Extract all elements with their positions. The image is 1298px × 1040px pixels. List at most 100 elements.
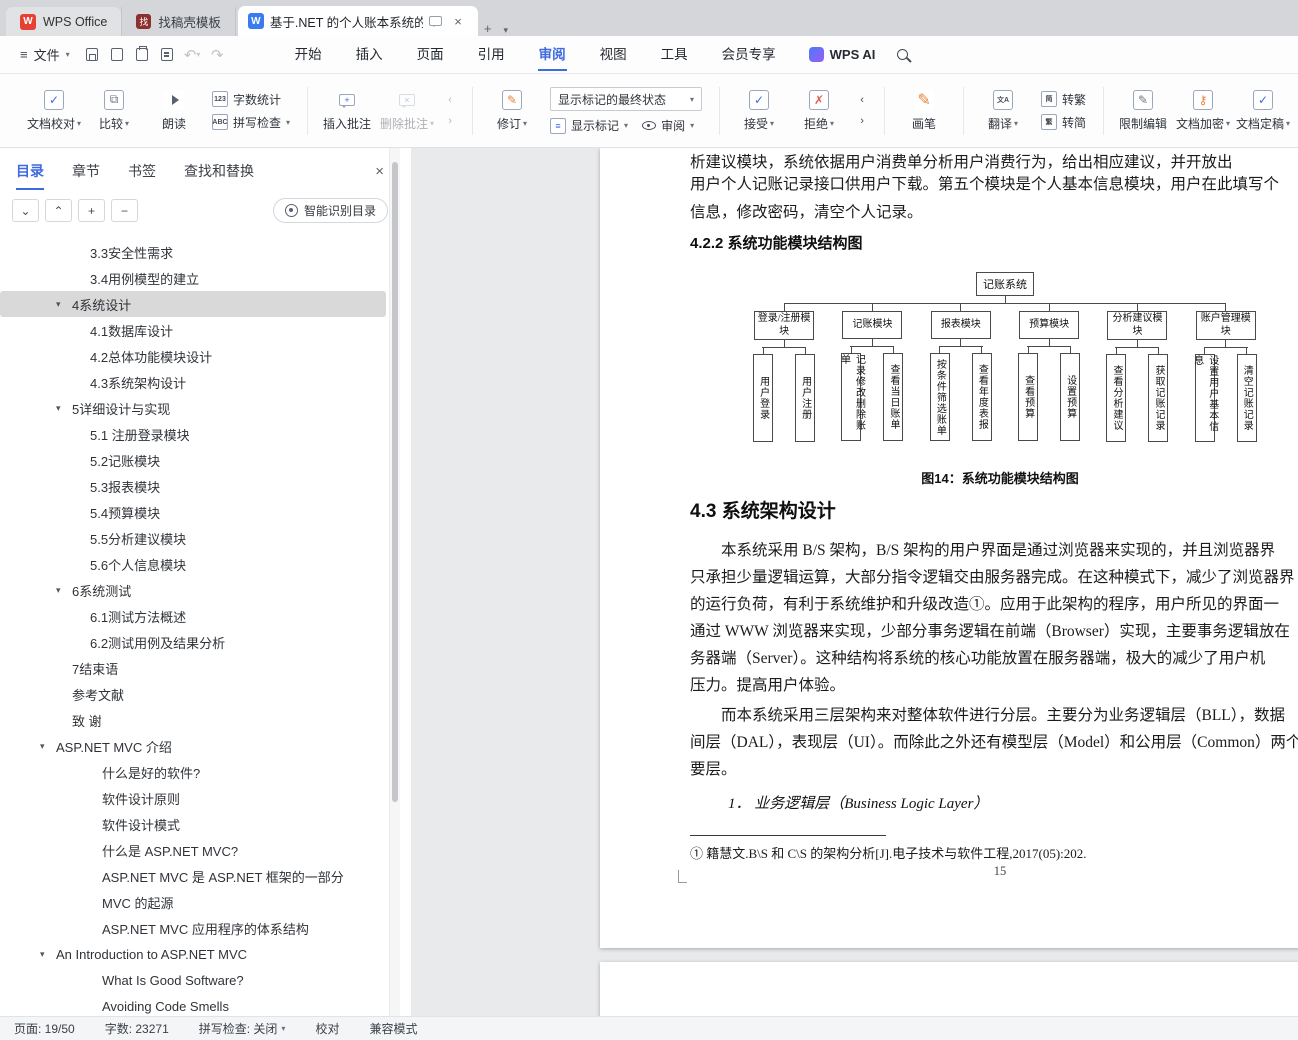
zoom-in-button[interactable]: + xyxy=(78,199,105,222)
undo-button[interactable]: ↶ ▾ xyxy=(180,43,205,67)
menu-page[interactable]: 页面 xyxy=(400,36,461,74)
collapse-all-button[interactable]: ⌃ xyxy=(45,199,72,222)
doc-proofread-button[interactable]: ✓ 文档校对 ▾ xyxy=(24,89,84,132)
next-comment-button[interactable]: › xyxy=(439,113,461,130)
restrict-editing-button[interactable]: ✎ 限制编辑 xyxy=(1113,89,1173,132)
outline-item[interactable]: Avoiding Code Smells xyxy=(0,993,386,1016)
track-changes-icon: ✎ xyxy=(502,89,523,110)
markup-state-select[interactable]: 显示标记的最终状态 ▾ xyxy=(550,87,703,111)
next-change-button[interactable]: › xyxy=(851,113,873,130)
paint-pen-button[interactable]: ✎ 画笔 xyxy=(894,89,954,132)
tab-toc[interactable]: 目录 xyxy=(16,161,44,190)
outline-item[interactable]: 5.3报表模块 xyxy=(0,473,386,499)
tab-chapters[interactable]: 章节 xyxy=(72,161,100,181)
tab-list-chevron-icon[interactable]: ▾ xyxy=(497,25,514,36)
track-changes-button[interactable]: ✎ 修订 ▾ xyxy=(482,89,542,132)
zoom-out-button[interactable]: − xyxy=(111,199,138,222)
outline-item[interactable]: What Is Good Software? xyxy=(0,967,386,993)
previous-comment-button[interactable]: ‹ xyxy=(439,92,461,109)
print-button[interactable] xyxy=(130,43,155,67)
save-button[interactable] xyxy=(80,43,105,67)
tab-find-replace[interactable]: 查找和替换 xyxy=(184,161,254,181)
outline-item[interactable]: 6.2测试用例及结果分析 xyxy=(0,629,386,655)
outline-item[interactable]: ▾ ASP.NET MVC 介绍 xyxy=(0,733,386,759)
document-page[interactable]: 析建议模块，系统依据用户消费单分析用户消费行为，给出相应建议，并开放出 用户个人… xyxy=(600,148,1298,948)
template-tab[interactable]: 找 找稿壳模板 xyxy=(121,7,236,36)
outline-item[interactable]: 6.1测试方法概述 xyxy=(0,603,386,629)
outline-item-selected[interactable]: ▾ 4系统设计 xyxy=(0,291,386,317)
document-tab[interactable]: W 基于.NET 的个人账本系统的设 × xyxy=(237,6,478,36)
doc-finalize-button[interactable]: ✓ 文档定稿 ▾ xyxy=(1233,89,1293,132)
outline-item[interactable]: 软件设计原则 xyxy=(0,785,386,811)
outline-item[interactable]: 什么是 ASP.NET MVC? xyxy=(0,837,386,863)
outline-item[interactable]: 4.2总体功能模块设计 xyxy=(0,343,386,369)
status-spellcheck[interactable]: 拼写检查: 关闭 ▾ xyxy=(199,1020,286,1037)
outline-item[interactable]: 软件设计模式 xyxy=(0,811,386,837)
outline-item[interactable]: 致 谢 xyxy=(0,707,386,733)
scrollbar-thumb[interactable] xyxy=(392,162,398,802)
review-dropdown-button[interactable]: 审阅 ▾ xyxy=(642,117,694,134)
status-word-count[interactable]: 字数: 23271 xyxy=(105,1020,169,1037)
menu-reference[interactable]: 引用 xyxy=(461,36,522,74)
to-traditional-button[interactable]: 简 转繁 xyxy=(1041,91,1086,108)
translate-button[interactable]: 文A 翻译 ▾ xyxy=(973,89,1033,132)
outline-item[interactable]: 5.2记账模块 xyxy=(0,447,386,473)
outline-item[interactable]: ▾ 5详细设计与实现 xyxy=(0,395,386,421)
outline-item[interactable]: ASP.NET MVC 应用程序的体系结构 xyxy=(0,915,386,941)
doc-encrypt-button[interactable]: ⚷ 文档加密 ▾ xyxy=(1173,89,1233,132)
insert-comment-button[interactable]: + 插入批注 xyxy=(317,89,377,132)
outline-item[interactable]: 3.4用例模型的建立 xyxy=(0,265,386,291)
markup-state-value: 显示标记的最终状态 xyxy=(558,92,667,107)
outline-item[interactable]: 7结束语 xyxy=(0,655,386,681)
outline-item[interactable]: MVC 的起源 xyxy=(0,889,386,915)
status-page-indicator[interactable]: 页面: 19/50 xyxy=(14,1020,75,1037)
delete-comment-button[interactable]: × 删除批注 ▾ xyxy=(377,89,437,132)
expand-all-button[interactable]: ⌄ xyxy=(12,199,39,222)
outline-item[interactable]: 什么是好的软件? xyxy=(0,759,386,785)
word-count-button[interactable]: 123 字数统计 xyxy=(212,91,290,108)
outline-item[interactable]: ▾ 6系统测试 xyxy=(0,577,386,603)
outline-item[interactable]: 3.3安全性需求 xyxy=(0,239,386,265)
spell-check-button[interactable]: ABC 拼写检查 ▾ xyxy=(212,114,290,131)
accept-button[interactable]: ✓ 接受 ▾ xyxy=(729,89,789,132)
outline-item[interactable]: 4.3系统架构设计 xyxy=(0,369,386,395)
close-sidebar-icon[interactable]: × xyxy=(375,163,384,180)
menu-member[interactable]: 会员专享 xyxy=(705,36,793,74)
file-menu-button[interactable]: ≡ 文件 ▾ xyxy=(10,45,80,64)
close-tab-icon[interactable]: × xyxy=(448,14,468,29)
outline-item[interactable]: ▾ An Introduction to ASP.NET MVC xyxy=(0,941,386,967)
outline-item[interactable]: ASP.NET MVC 是 ASP.NET 框架的一部分 xyxy=(0,863,386,889)
document-area[interactable]: 析建议模块，系统依据用户消费单分析用户消费行为，给出相应建议，并开放出 用户个人… xyxy=(411,148,1298,1016)
search-icon[interactable] xyxy=(897,49,909,60)
outline-item[interactable]: 5.6个人信息模块 xyxy=(0,551,386,577)
menu-tools[interactable]: 工具 xyxy=(644,36,705,74)
outline-item[interactable]: 4.1数据库设计 xyxy=(0,317,386,343)
outline-item[interactable]: 5.5分析建议模块 xyxy=(0,525,386,551)
menu-insert[interactable]: 插入 xyxy=(339,36,400,74)
sidebar-scrollbar[interactable] xyxy=(389,148,400,1016)
print-preview-button[interactable] xyxy=(155,43,180,67)
menu-home[interactable]: 开始 xyxy=(278,36,339,74)
wps-office-tab[interactable]: W WPS Office xyxy=(6,7,122,36)
redo-button[interactable]: ↷ xyxy=(205,43,230,67)
outline-item[interactable]: 5.4预算模块 xyxy=(0,499,386,525)
next-page-top[interactable] xyxy=(600,962,1298,1016)
reject-button[interactable]: ✗ 拒绝 ▾ xyxy=(789,89,849,132)
output-button[interactable] xyxy=(105,43,130,67)
outline-label: 什么是 ASP.NET MVC? xyxy=(102,843,239,859)
menu-view[interactable]: 视图 xyxy=(583,36,644,74)
smart-toc-button[interactable]: 智能识别目录 xyxy=(272,198,388,223)
tab-bookmarks[interactable]: 书签 xyxy=(128,161,156,181)
wps-ai-button[interactable]: WPS AI xyxy=(808,47,875,62)
to-simplified-button[interactable]: 繁 转简 xyxy=(1041,114,1086,131)
new-tab-button[interactable]: + xyxy=(478,21,498,36)
read-aloud-button[interactable]: 朗读 xyxy=(144,89,204,132)
outline-item[interactable]: 5.1 注册登录模块 xyxy=(0,421,386,447)
show-markup-button[interactable]: ≡ 显示标记 ▾ xyxy=(550,117,628,134)
output-icon xyxy=(111,48,124,61)
status-proofread[interactable]: 校对 xyxy=(315,1020,339,1037)
outline-item[interactable]: 参考文献 xyxy=(0,681,386,707)
previous-change-button[interactable]: ‹ xyxy=(851,92,873,109)
compare-button[interactable]: ⧉ 比较 ▾ xyxy=(84,89,144,132)
menu-review[interactable]: 审阅 xyxy=(522,36,583,74)
